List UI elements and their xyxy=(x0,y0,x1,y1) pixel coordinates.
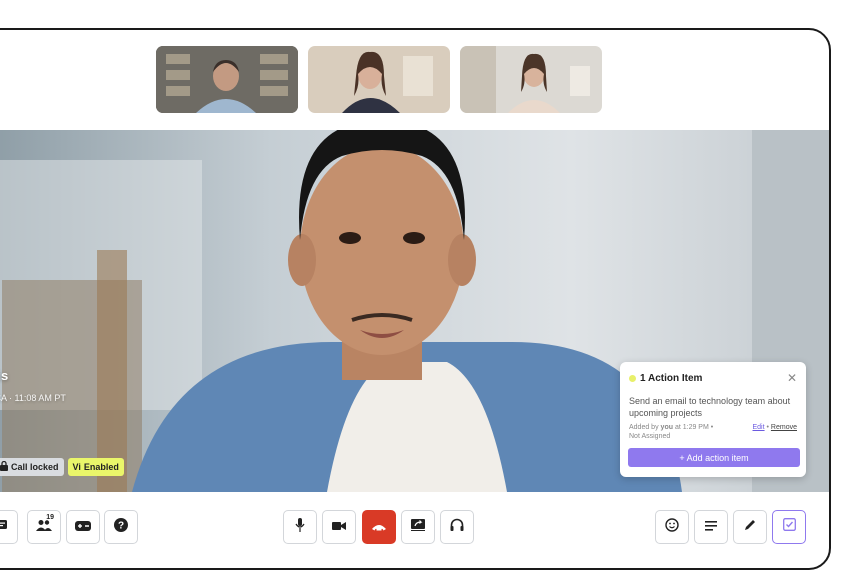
speaker-info: arris c. co, CA · 11:08 AM PT xyxy=(0,368,66,403)
added-by: you xyxy=(660,424,673,431)
whiteboard-button[interactable] xyxy=(733,510,767,544)
microphone-icon xyxy=(295,517,305,537)
pencil-icon xyxy=(744,518,756,536)
help-button[interactable]: ? xyxy=(104,510,138,544)
status-dot-icon xyxy=(629,374,636,382)
added-time: at 1:29 PM • xyxy=(674,424,714,431)
hang-up-icon xyxy=(371,518,387,536)
speaker-location-time: co, CA · 11:08 AM PT xyxy=(0,393,66,403)
meeting-window: arris c. co, CA · 11:08 AM PT ng Call lo… xyxy=(0,28,831,570)
call-locked-badge: Call locked xyxy=(0,458,64,476)
participant-thumbnail-1[interactable] xyxy=(156,46,298,113)
participant-thumbnails xyxy=(156,46,602,113)
close-icon[interactable]: ✕ xyxy=(787,371,797,385)
vi-enabled-label: Enabled xyxy=(83,462,119,472)
link-separator: • xyxy=(766,424,769,431)
speaker-company: c. xyxy=(0,383,66,393)
help-icon: ? xyxy=(114,517,128,537)
action-item-links: Edit • Remove xyxy=(753,423,798,441)
call-locked-label: Call locked xyxy=(11,462,59,472)
participant-thumbnail-3[interactable] xyxy=(460,46,602,113)
notes-button[interactable] xyxy=(694,510,728,544)
participants-count: 19 xyxy=(46,514,54,521)
reactions-button[interactable] xyxy=(655,510,689,544)
lines-icon xyxy=(705,518,717,536)
edit-link[interactable]: Edit xyxy=(753,424,765,431)
checkbox-icon xyxy=(782,518,796,536)
add-action-item-button[interactable]: + Add action item xyxy=(628,448,800,467)
action-items-header: 1 Action Item ✕ xyxy=(620,362,806,385)
mic-button[interactable] xyxy=(283,510,317,544)
speaker-name: arris xyxy=(0,368,9,383)
add-action-item-label: + Add action item xyxy=(679,452,749,463)
vi-enabled-badge: Vi Enabled xyxy=(67,458,124,476)
participants-button[interactable]: 19 xyxy=(27,510,61,544)
status-badges: ng Call locked Vi Enabled xyxy=(0,458,124,476)
chat-icon xyxy=(0,518,8,537)
action-items-panel: 1 Action Item ✕ Send an email to technol… xyxy=(620,362,806,477)
action-item-text: Send an email to technology team about u… xyxy=(629,396,791,418)
assignee: Not Assigned xyxy=(629,433,671,440)
end-call-button[interactable] xyxy=(362,510,396,544)
games-button[interactable] xyxy=(66,510,100,544)
vi-mark: Vi xyxy=(72,462,81,472)
smiley-icon xyxy=(665,517,679,537)
action-item-details: Added by you at 1:29 PM • Not Assigned xyxy=(629,423,713,441)
headphones-icon xyxy=(450,518,464,537)
screen-share-button[interactable] xyxy=(401,510,435,544)
action-items-title: 1 Action Item xyxy=(640,372,703,384)
participant-thumbnail-2[interactable] xyxy=(308,46,450,113)
screen-share-icon xyxy=(411,518,425,536)
video-camera-icon xyxy=(332,518,346,536)
chat-button[interactable] xyxy=(0,510,18,544)
camera-button[interactable] xyxy=(322,510,356,544)
audio-settings-button[interactable] xyxy=(440,510,474,544)
action-item-meta: Added by you at 1:29 PM • Not Assigned E… xyxy=(620,419,806,441)
added-prefix: Added by xyxy=(629,424,659,431)
svg-text:?: ? xyxy=(118,520,124,531)
action-items-button[interactable] xyxy=(772,510,806,544)
gamepad-icon xyxy=(75,518,91,536)
lock-icon xyxy=(0,460,8,473)
remove-link[interactable]: Remove xyxy=(771,424,797,431)
call-toolbar: 19 ? xyxy=(0,492,829,568)
